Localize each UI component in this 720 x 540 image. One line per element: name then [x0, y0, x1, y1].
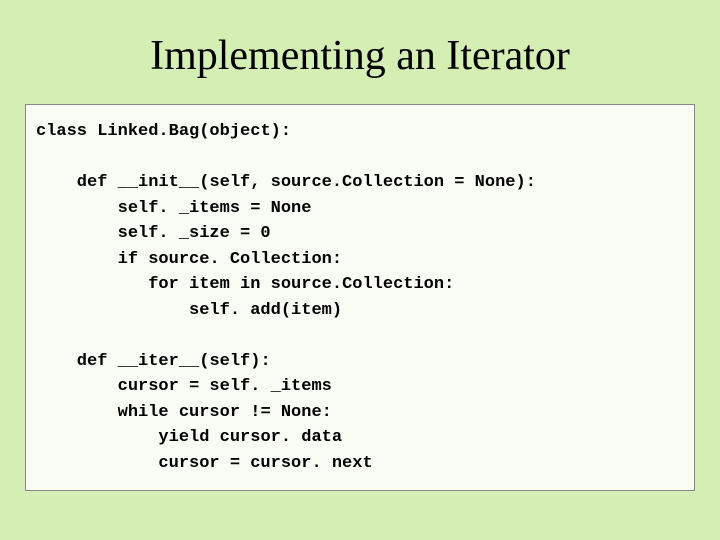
- kw-def: def: [36, 352, 107, 371]
- code-text: item: [179, 275, 240, 294]
- kw-yield: yield: [36, 428, 209, 447]
- code-block: class Linked.Bag(object): def __init__(s…: [25, 104, 695, 491]
- kw-class: class: [36, 122, 87, 141]
- code-text: Linked.Bag(object):: [87, 122, 291, 141]
- code-text: cursor = self. _items: [36, 377, 332, 396]
- kw-def: def: [36, 173, 107, 192]
- kw-for: for: [36, 275, 179, 294]
- slide-title: Implementing an Iterator: [0, 32, 720, 80]
- slide: Implementing an Iterator class Linked.Ba…: [0, 32, 720, 540]
- code-text: source.Collection:: [260, 275, 454, 294]
- code-text: self. _size = 0: [36, 224, 271, 243]
- code-text: __init__(self, source.Collection = None)…: [107, 173, 535, 192]
- code-text: self. add(item): [36, 301, 342, 320]
- kw-while: while: [36, 403, 169, 422]
- code-text: __iter__(self):: [107, 352, 270, 371]
- kw-in: in: [240, 275, 260, 294]
- code-text: cursor. data: [209, 428, 342, 447]
- code-text: cursor = cursor. next: [36, 454, 373, 473]
- code-text: source. Collection:: [138, 250, 342, 269]
- code-text: self. _items = None: [36, 199, 311, 218]
- kw-if: if: [36, 250, 138, 269]
- code-text: cursor != None:: [169, 403, 332, 422]
